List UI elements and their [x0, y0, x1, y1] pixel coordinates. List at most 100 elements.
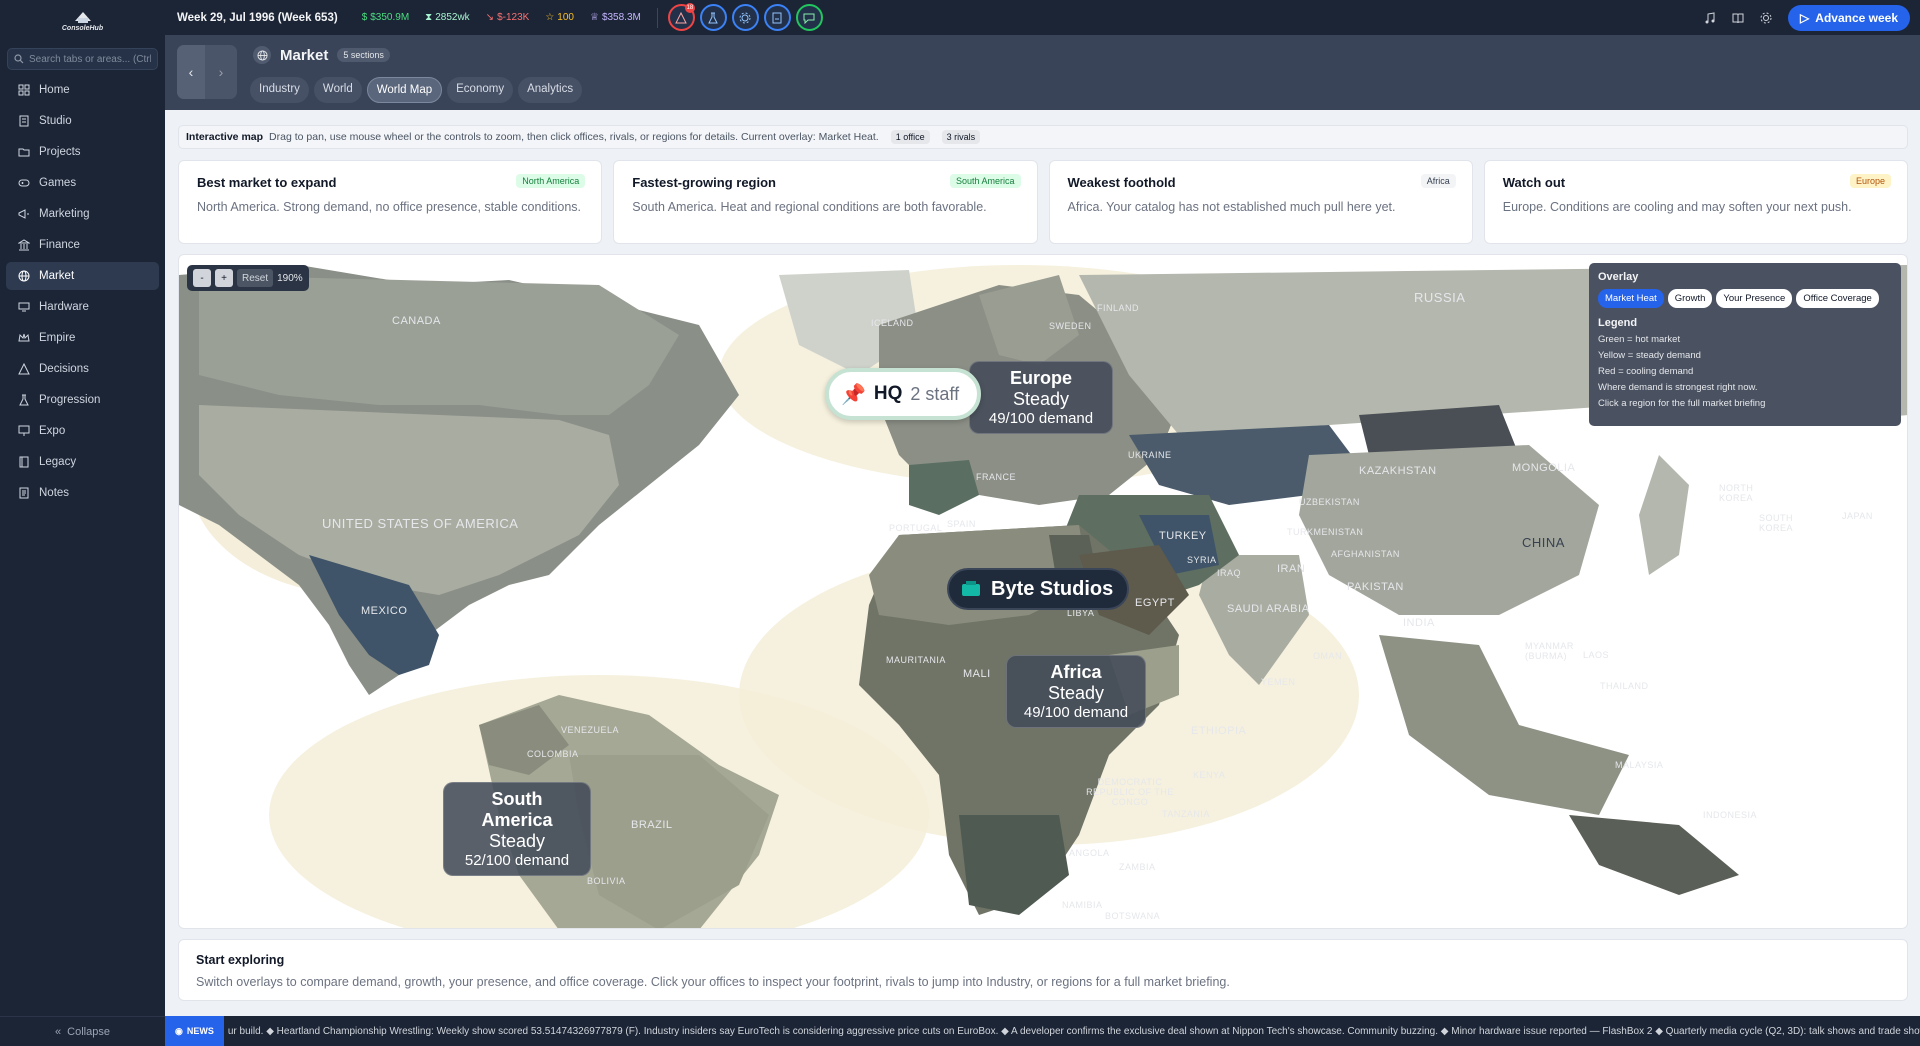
country-label-france[interactable]: FRANCE	[976, 472, 1016, 482]
sidebar-item-notes[interactable]: Notes	[6, 479, 159, 507]
region-bubble-europe[interactable]: Europe Steady 49/100 demand	[969, 361, 1113, 434]
settings-circle-button[interactable]	[731, 4, 759, 31]
country-label-botswana[interactable]: BOTSWANA	[1105, 911, 1160, 921]
country-label-mexico[interactable]: MEXICO	[361, 605, 407, 617]
sidebar-search-input[interactable]	[29, 53, 151, 65]
music-icon[interactable]	[1704, 11, 1716, 24]
country-label-pakistan[interactable]: PAKISTAN	[1347, 581, 1404, 593]
sidebar-item-marketing[interactable]: Marketing	[6, 200, 159, 228]
country-label-indonesia[interactable]: INDONESIA	[1703, 810, 1757, 820]
region-bubble-south-america[interactable]: South America Steady 52/100 demand	[443, 782, 591, 876]
country-label-malaysia[interactable]: MALAYSIA	[1615, 760, 1663, 770]
collapse-button[interactable]: « Collapse	[0, 1016, 165, 1046]
research-button[interactable]	[699, 4, 727, 31]
save-button[interactable]	[763, 4, 791, 31]
country-label-north-korea[interactable]: NORTH KOREA	[1719, 483, 1759, 503]
tab-economy[interactable]: Economy	[447, 77, 514, 103]
tab-world-map[interactable]: World Map	[366, 77, 443, 103]
country-label-namibia[interactable]: NAMIBIA	[1062, 900, 1103, 910]
sidebar-item-legacy[interactable]: Legacy	[6, 448, 159, 476]
country-label-portugal[interactable]: PORTUGAL	[889, 523, 942, 533]
sidebar-item-decisions[interactable]: Decisions	[6, 355, 159, 383]
country-label-russia[interactable]: RUSSIA	[1414, 290, 1465, 305]
country-label-kazakhstan[interactable]: KAZAKHSTAN	[1359, 465, 1437, 477]
country-label-afghanistan[interactable]: AFGHANISTAN	[1331, 549, 1400, 559]
region-bubble-africa[interactable]: Africa Steady 49/100 demand	[1006, 655, 1146, 728]
valuation-stat[interactable]: ♕ $358.3M	[590, 12, 641, 23]
rival-marker-byte-studios[interactable]: Byte Studios	[947, 568, 1130, 610]
country-label-sweden[interactable]: SWEDEN	[1049, 321, 1092, 331]
country-label-iran[interactable]: IRAN	[1277, 563, 1305, 575]
sidebar-item-games[interactable]: Games	[6, 169, 159, 197]
country-label-ethiopia[interactable]: ETHIOPIA	[1191, 725, 1246, 737]
overlay-office-coverage-button[interactable]: Office Coverage	[1796, 289, 1879, 308]
country-label-venezuela[interactable]: VENEZUELA	[561, 725, 619, 735]
sidebar-item-projects[interactable]: Projects	[6, 138, 159, 166]
country-label-turkey[interactable]: TURKEY	[1159, 530, 1207, 542]
country-label-usa[interactable]: UNITED STATES OF AMERICA	[322, 516, 518, 531]
country-label-turkmenistan[interactable]: TURKMENISTAN	[1287, 527, 1363, 537]
country-label-zambia[interactable]: ZAMBIA	[1119, 862, 1156, 872]
sidebar-item-market[interactable]: Market	[6, 262, 159, 290]
burn-stat[interactable]: ↘ $-123K	[486, 12, 530, 23]
country-label-egypt[interactable]: EGYPT	[1135, 597, 1175, 609]
country-label-china[interactable]: CHINA	[1522, 535, 1565, 550]
tab-analytics[interactable]: Analytics	[518, 77, 583, 103]
zoom-out-button[interactable]: -	[193, 269, 211, 287]
sidebar-item-expo[interactable]: Expo	[6, 417, 159, 445]
hq-office-marker[interactable]: 📌 HQ 2 staff	[825, 368, 981, 420]
overlay-your-presence-button[interactable]: Your Presence	[1716, 289, 1793, 308]
sidebar-item-progression[interactable]: Progression	[6, 386, 159, 414]
country-label-saudi[interactable]: SAUDI ARABIA	[1227, 603, 1309, 615]
sidebar-search[interactable]	[7, 48, 158, 70]
zoom-in-button[interactable]: +	[215, 269, 233, 287]
tab-industry[interactable]: Industry	[250, 77, 309, 103]
insight-card-fastest-growing[interactable]: Fastest-growing region South America Sou…	[613, 160, 1038, 244]
country-label-iraq[interactable]: IRAQ	[1217, 568, 1241, 578]
country-label-oman[interactable]: OMAN	[1313, 651, 1342, 661]
country-label-angola[interactable]: ANGOLA	[1069, 848, 1110, 858]
country-label-thailand[interactable]: THAILAND	[1600, 681, 1649, 691]
alerts-button[interactable]: 18	[667, 3, 695, 31]
country-label-mali[interactable]: MALI	[963, 668, 991, 680]
news-ticker[interactable]: ◉ NEWS ur build. ◆ Heartland Championship…	[165, 1016, 1920, 1046]
country-label-yemen[interactable]: YEMEN	[1261, 677, 1296, 687]
app-logo[interactable]: ConsoleHub	[0, 0, 165, 40]
country-label-tanzania[interactable]: TANZANIA	[1162, 809, 1210, 819]
fans-stat[interactable]: ⧗ 2852wk	[425, 12, 470, 23]
overlay-market-heat-button[interactable]: Market Heat	[1598, 289, 1664, 308]
gear-icon[interactable]	[1760, 12, 1772, 24]
insight-card-watch-out[interactable]: Watch out Europe Europe. Conditions are …	[1483, 160, 1908, 244]
country-label-drc[interactable]: DEMOCRATIC REPUBLIC OF THE CONGO	[1085, 777, 1175, 807]
country-label-canada[interactable]: CANADA	[392, 315, 441, 327]
country-label-syria[interactable]: SYRIA	[1187, 555, 1217, 565]
reputation-stat[interactable]: ☆ 100	[545, 12, 574, 23]
sidebar-item-hardware[interactable]: Hardware	[6, 293, 159, 321]
country-label-laos[interactable]: LAOS	[1583, 650, 1609, 660]
country-label-india[interactable]: INDIA	[1403, 617, 1435, 629]
country-label-ukraine[interactable]: UKRAINE	[1128, 450, 1172, 460]
cash-stat[interactable]: $ $350.9M	[362, 12, 409, 23]
sidebar-item-studio[interactable]: Studio	[6, 107, 159, 135]
country-label-brazil[interactable]: BRAZIL	[631, 819, 673, 831]
country-label-mongolia[interactable]: MONGOLIA	[1512, 462, 1575, 474]
country-label-iceland[interactable]: ICELAND	[871, 318, 914, 328]
country-label-colombia[interactable]: COLOMBIA	[527, 749, 579, 759]
overlay-growth-button[interactable]: Growth	[1667, 289, 1713, 308]
book-open-icon[interactable]	[1732, 12, 1744, 24]
country-label-south-korea[interactable]: SOUTH KOREA	[1759, 513, 1799, 533]
tab-world[interactable]: World	[313, 77, 362, 103]
insight-card-weakest-foothold[interactable]: Weakest foothold Africa Africa. Your cat…	[1048, 160, 1473, 244]
zoom-reset-button[interactable]: Reset	[237, 269, 274, 287]
sidebar-item-home[interactable]: Home	[6, 76, 159, 104]
country-label-kenya[interactable]: KENYA	[1193, 770, 1225, 780]
country-label-finland[interactable]: FINLAND	[1097, 303, 1139, 313]
country-label-myanmar[interactable]: MYANMAR (BURMA)	[1525, 641, 1573, 661]
country-label-uzbekistan[interactable]: UZBEKISTAN	[1299, 497, 1360, 507]
chat-button[interactable]	[795, 4, 823, 31]
sidebar-item-finance[interactable]: Finance	[6, 231, 159, 259]
country-label-bolivia[interactable]: BOLIVIA	[587, 876, 626, 886]
world-map[interactable]: - + Reset 190% CANADA RUSSIA UNITED STAT…	[178, 254, 1908, 929]
country-label-japan[interactable]: JAPAN	[1842, 511, 1873, 521]
back-button[interactable]: ‹	[177, 45, 205, 99]
